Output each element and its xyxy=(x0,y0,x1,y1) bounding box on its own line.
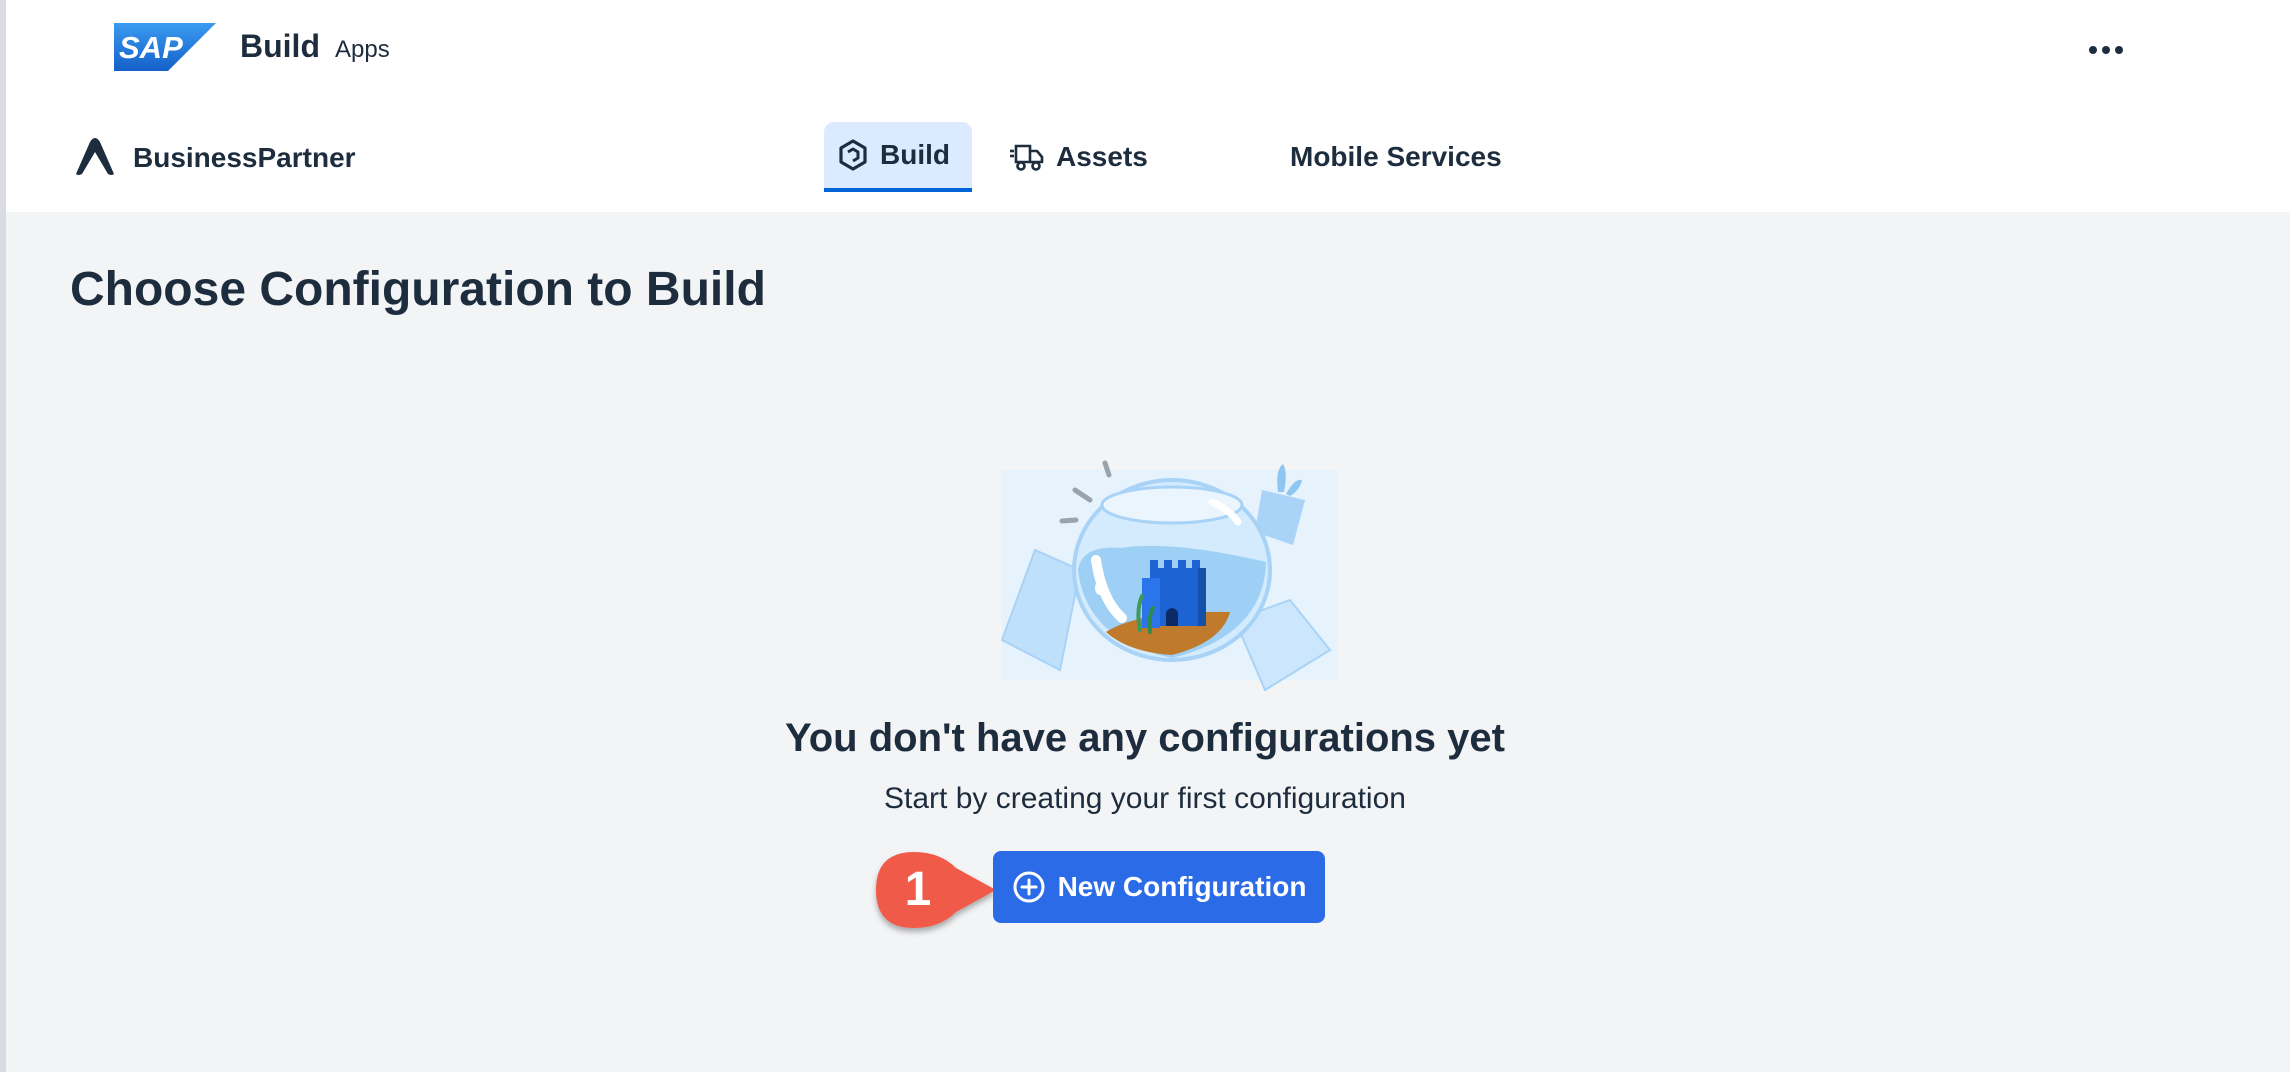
empty-state-title: You don't have any configurations yet xyxy=(785,716,1505,760)
page-title: Choose Configuration to Build xyxy=(70,263,766,316)
build-hexagon-icon xyxy=(839,139,867,171)
more-options-button[interactable] xyxy=(2076,30,2136,70)
more-horizontal-icon-dot xyxy=(2102,46,2110,54)
empty-state-subtitle: Start by creating your first configurati… xyxy=(884,782,1406,815)
project-name: BusinessPartner xyxy=(133,142,356,173)
svg-text:SAP: SAP xyxy=(119,30,183,65)
sap-logo[interactable]: SAP xyxy=(114,23,216,71)
tab-label: Build xyxy=(880,139,950,170)
tab-mobile-services[interactable]: Mobile Services xyxy=(1276,122,1536,192)
project-app-icon xyxy=(76,138,114,175)
more-horizontal-icon xyxy=(2089,46,2097,54)
step-number: 1 xyxy=(904,863,932,916)
assets-truck-icon xyxy=(1010,144,1044,171)
project-header: BusinessPartner Build Assets Mobile Serv… xyxy=(6,100,2290,212)
tab-build[interactable]: Build xyxy=(824,122,972,192)
tab-assets[interactable]: Assets xyxy=(996,122,1156,192)
product-name: Build xyxy=(240,28,320,64)
fishbowl-castle-illustration xyxy=(1000,460,1338,692)
add-circle-icon xyxy=(1013,871,1045,903)
tab-label: Assets xyxy=(1056,141,1148,172)
more-horizontal-icon-dot xyxy=(2115,46,2123,54)
tab-label: Mobile Services xyxy=(1290,141,1502,172)
product-subtitle: Apps xyxy=(335,36,390,63)
shell-bar: SAP Build Apps xyxy=(6,0,2290,100)
new-configuration-button[interactable]: New Configuration xyxy=(993,851,1325,923)
new-configuration-label: New Configuration xyxy=(1057,871,1307,902)
